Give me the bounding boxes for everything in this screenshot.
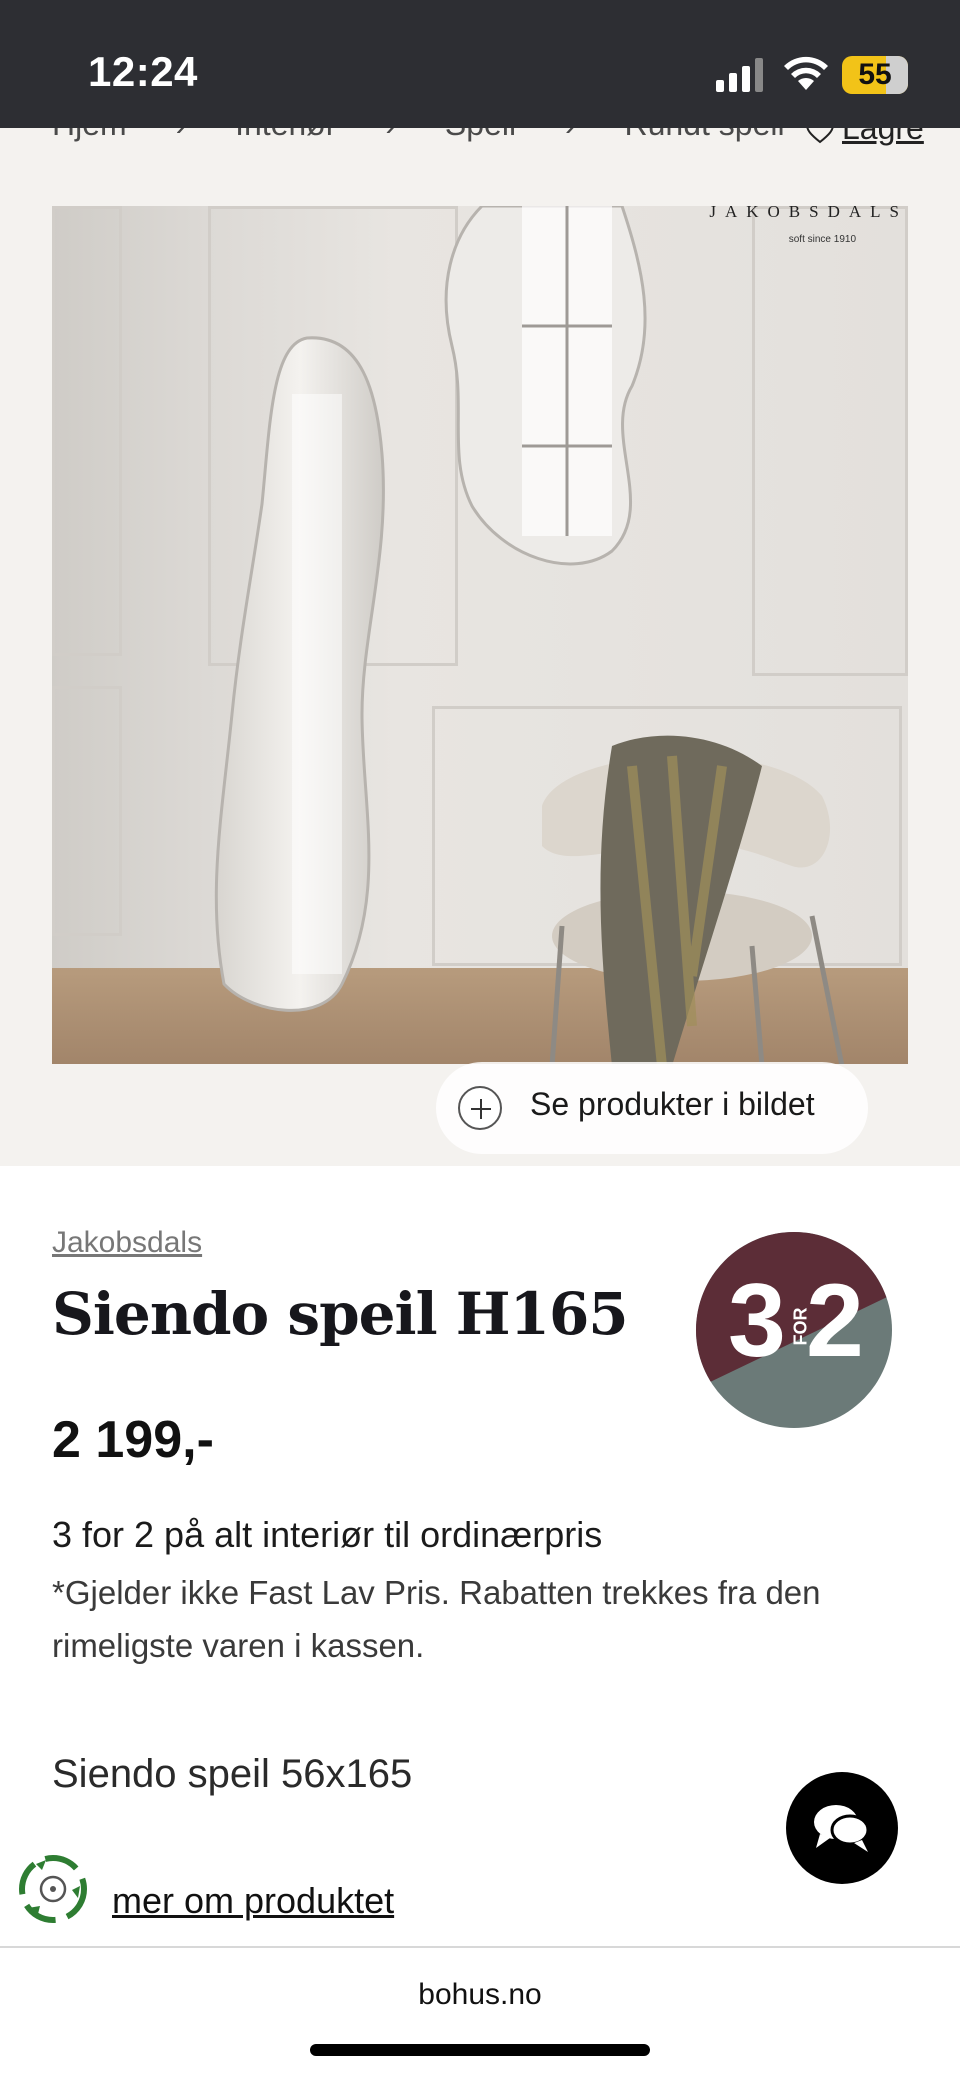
product-variant: Siendo speil 56x165 — [52, 1752, 413, 1796]
breadcrumb-item-mirror[interactable]: Speil — [445, 128, 516, 142]
url-field[interactable]: bohus.no — [0, 1978, 960, 2012]
home-indicator[interactable] — [310, 2044, 650, 2056]
eco-icon — [19, 1855, 87, 1923]
battery-level: 55 — [858, 58, 892, 91]
battery-icon: 55 — [842, 56, 908, 94]
more-about-product-link[interactable]: mer om produktet — [112, 1880, 394, 1922]
browser-bar: bohus.no — [0, 1946, 960, 2079]
see-products-button[interactable]: Se produkter i bildet — [436, 1062, 868, 1154]
heart-icon — [806, 128, 834, 144]
breadcrumb-item-round-mirror[interactable]: Rundt speil — [624, 128, 784, 142]
breadcrumb-separator: › — [565, 128, 576, 142]
promo-description: *Gjelder ikke Fast Lav Pris. Rabatten tr… — [52, 1574, 821, 1664]
status-bar: 12:24 55 — [0, 0, 960, 128]
badge-number-left: 3 — [728, 1263, 786, 1379]
chair-with-throw — [542, 735, 845, 1064]
chat-button[interactable] — [786, 1772, 898, 1884]
brand-tagline: soft since 1910 — [788, 234, 856, 245]
see-products-label: Se produkter i bildet — [530, 1086, 815, 1122]
badge-number-right: 2 — [806, 1263, 864, 1379]
favorite-label: Lagre — [842, 128, 924, 146]
product-gallery: Hjem › Interiør › Speil › Rundt speil La… — [0, 128, 960, 1166]
tall-mirror-shape — [214, 336, 385, 1012]
product-price: 2 199,- — [52, 1411, 214, 1469]
breadcrumb-item-interior[interactable]: Interiør — [235, 128, 336, 142]
product-image[interactable]: JAKOBSDALS soft since 1910 — [52, 206, 908, 1064]
product-title: Siendo speil H165 — [52, 1280, 629, 1348]
breadcrumb-separator: › — [385, 128, 396, 142]
signal-icon — [716, 58, 763, 92]
chat-icon — [814, 1805, 870, 1852]
wall-panel — [752, 206, 908, 676]
breadcrumb: Hjem › Interiør › Speil › Rundt speil — [52, 128, 825, 143]
wall-panel — [52, 686, 122, 936]
promo-title: 3 for 2 på alt interiør til ordinærpris — [52, 1514, 603, 1555]
brand-link[interactable]: Jakobsdals — [52, 1226, 202, 1260]
wifi-icon — [784, 56, 828, 90]
three-for-two-badge: 3 FOR 2 — [696, 1232, 892, 1428]
wall-mirror-shape — [444, 206, 647, 566]
breadcrumb-separator: › — [176, 128, 187, 142]
status-time: 12:24 — [88, 48, 198, 95]
plus-icon — [458, 1086, 502, 1130]
breadcrumb-item-home[interactable]: Hjem — [52, 128, 127, 142]
brand-logo: JAKOBSDALS — [709, 206, 908, 221]
wall-panel — [52, 206, 122, 656]
